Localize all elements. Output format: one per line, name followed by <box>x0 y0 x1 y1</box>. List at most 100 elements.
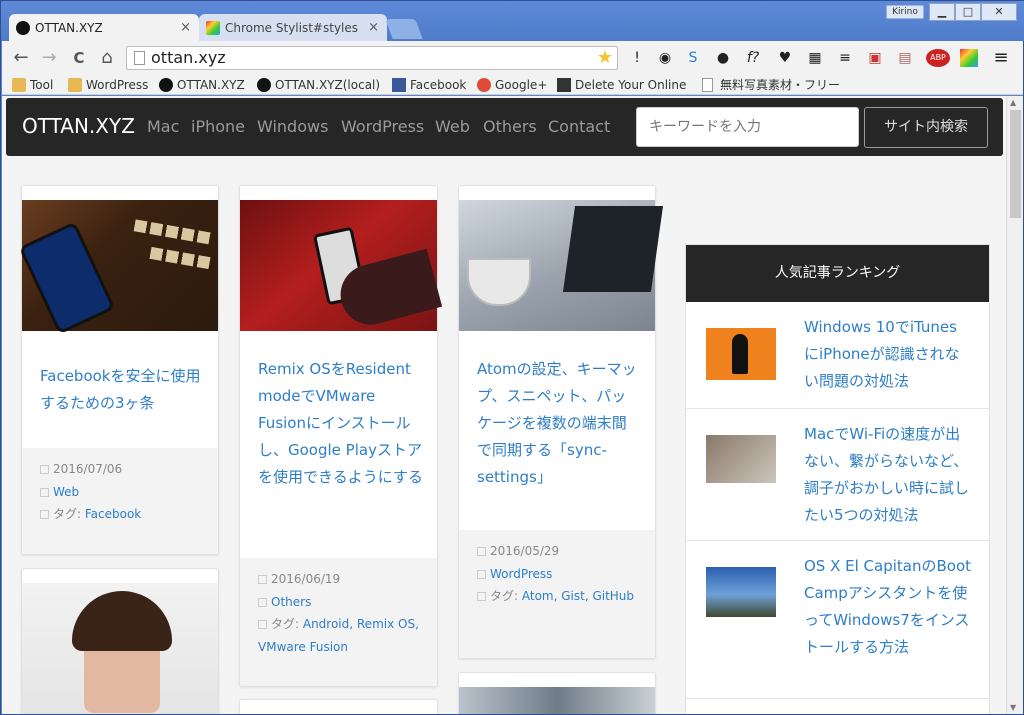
stylist-icon[interactable]: ▨ <box>960 49 978 67</box>
post-thumbnail[interactable] <box>459 687 655 714</box>
post-title[interactable]: Atomの設定、キーマップ、スニペット、パッケージを複数の端末間で同期する「sy… <box>477 356 641 491</box>
extension-icon[interactable]: ▦ <box>806 49 824 67</box>
vertical-scrollbar[interactable]: ▲ ▼ <box>1006 96 1023 714</box>
extension-icon[interactable]: ◉ <box>656 49 674 67</box>
hair-image <box>72 591 172 651</box>
forward-button[interactable]: → <box>38 47 60 69</box>
post-card[interactable] <box>239 699 438 714</box>
site-search-button[interactable]: サイト内検索 <box>864 107 988 148</box>
back-button[interactable]: ← <box>10 47 32 69</box>
nav-iphone[interactable]: iPhone <box>191 117 245 136</box>
ranking-title[interactable]: OS X El CapitanのBoot Campアシスタントを使ってWindo… <box>804 553 971 661</box>
site-search-box[interactable] <box>636 107 859 147</box>
post-title[interactable]: Facebookを安全に使用するための3ヶ条 <box>40 363 204 417</box>
ranking-thumbnail[interactable] <box>706 435 776 483</box>
profile-button[interactable]: Kirino <box>886 5 924 19</box>
adblock-icon[interactable]: ABP <box>926 49 950 67</box>
tag-link[interactable]: Facebook <box>85 507 141 521</box>
ranking-item[interactable]: MacでWi-Fiの速度が出ない、繋がらないなど、調子がおかしい時に試したい5つ… <box>686 409 989 541</box>
bookmark-label: WordPress <box>86 78 149 92</box>
nav-windows[interactable]: Windows <box>257 117 328 136</box>
post-thumbnail[interactable] <box>459 200 664 331</box>
scroll-up-icon[interactable]: ▲ <box>1010 98 1016 107</box>
tab-title: OTTAN.XYZ <box>35 21 103 35</box>
post-thumbnail[interactable] <box>22 583 218 714</box>
ranking-item[interactable]: Windows 10でiTunesにiPhoneが認識されない問題の対処法 <box>686 302 989 409</box>
scrollbar-thumb[interactable] <box>1010 110 1021 218</box>
post-thumbnail[interactable] <box>240 200 443 332</box>
bookmark-wordpress[interactable]: WordPress <box>68 77 148 93</box>
search-input[interactable] <box>637 108 858 146</box>
minimize-button[interactable]: ▁ <box>929 3 955 21</box>
ranking-thumbnail[interactable] <box>706 328 776 380</box>
new-tab-button[interactable] <box>385 19 423 39</box>
extension-icon[interactable]: ! <box>628 49 646 67</box>
category-link[interactable]: Web <box>53 485 79 499</box>
bookmark-free-photos[interactable]: 無料写真素材・フリー <box>702 77 840 93</box>
phone-image <box>18 221 116 335</box>
post-category: WordPress <box>477 563 637 586</box>
calendar-icon <box>477 547 486 556</box>
post-card[interactable] <box>458 672 656 714</box>
bookmark-label: OTTAN.XYZ <box>177 78 245 92</box>
bookmark-ottan-local[interactable]: OTTAN.XYZ(local) <box>257 77 380 93</box>
post-thumbnail[interactable] <box>18 200 218 335</box>
extension-icon[interactable]: S <box>684 49 702 67</box>
post-date: 2016/06/19 <box>258 568 419 591</box>
browser-window: OTTAN.XYZ × Chrome Stylist#styles × Kiri… <box>0 0 1024 715</box>
category-link[interactable]: WordPress <box>490 567 552 581</box>
ranking-widget: 人気記事ランキング Windows 10でiTunesにiPhoneが認識されな… <box>685 244 990 714</box>
category-link[interactable]: Others <box>271 595 311 609</box>
extension-icon[interactable]: ▣ <box>866 49 884 67</box>
ranking-item[interactable]: OS X El CapitanのBoot Campアシスタントを使ってWindo… <box>686 541 989 699</box>
nav-mac[interactable]: Mac <box>147 117 179 136</box>
maximize-button[interactable]: □ <box>955 3 981 21</box>
bookmark-label: Google+ <box>495 78 548 92</box>
ranking-title[interactable]: MacでWi-Fiの速度が出ない、繋がらないなど、調子がおかしい時に試したい5つ… <box>804 421 971 529</box>
coffee-cup-image <box>467 258 531 306</box>
extension-icon[interactable]: f? <box>744 49 762 67</box>
ranking-thumbnail[interactable] <box>706 567 776 617</box>
extension-icon[interactable]: ● <box>714 49 732 67</box>
bookmark-delete-online[interactable]: Delete Your Online <box>557 77 686 93</box>
calendar-icon <box>40 465 49 474</box>
bookmark-star-icon[interactable]: ★ <box>597 47 613 69</box>
reload-button[interactable]: C <box>68 47 90 69</box>
bookmark-label: Facebook <box>410 78 467 92</box>
layers-icon[interactable]: ≡ <box>836 49 854 67</box>
tab-chrome-stylist[interactable]: Chrome Stylist#styles × <box>199 14 387 42</box>
bookmark-facebook[interactable]: Facebook <box>392 77 466 93</box>
bookmark-tool[interactable]: Tool <box>12 77 53 93</box>
calendar-icon <box>258 575 267 584</box>
post-category: Others <box>258 591 419 614</box>
site-brand[interactable]: OTTAN.XYZ <box>22 114 135 138</box>
address-bar[interactable]: ottan.xyz ★ <box>126 46 618 70</box>
tag-link[interactable]: Atom, Gist, GitHub <box>522 589 634 603</box>
post-tags: タグ: Atom, Gist, GitHub <box>477 585 637 608</box>
bookmark-ottan[interactable]: OTTAN.XYZ <box>159 77 245 93</box>
post-title[interactable]: Remix OSをResident modeでVMware Fusionにインス… <box>258 356 423 491</box>
tab-ottan[interactable]: OTTAN.XYZ × <box>9 14 199 42</box>
scrabble-tiles-image <box>149 246 211 270</box>
nav-wordpress[interactable]: WordPress <box>341 117 424 136</box>
nav-contact[interactable]: Contact <box>548 117 610 136</box>
ranking-title[interactable]: Windows 10でiTunesにiPhoneが認識されない問題の対処法 <box>804 314 971 395</box>
close-tab-icon[interactable]: × <box>368 14 379 42</box>
post-card[interactable]: Facebookを安全に使用するための3ヶ条 2016/07/06 Web タグ… <box>18 185 219 555</box>
stylist-favicon-icon <box>206 21 220 35</box>
nav-others[interactable]: Others <box>483 117 537 136</box>
menu-icon[interactable]: ≡ <box>992 49 1010 67</box>
pocket-icon[interactable]: ♥ <box>776 49 794 67</box>
site-icon <box>257 78 271 92</box>
home-button[interactable]: ⌂ <box>96 47 118 69</box>
scroll-down-icon[interactable]: ▼ <box>1010 703 1016 712</box>
bookmark-google-plus[interactable]: Google+ <box>477 77 547 93</box>
close-window-button[interactable]: ✕ <box>981 3 1017 21</box>
close-tab-icon[interactable]: × <box>180 14 191 42</box>
post-card[interactable] <box>21 568 219 714</box>
folder-icon <box>68 78 82 92</box>
nav-web[interactable]: Web <box>435 117 470 136</box>
post-card[interactable]: Atomの設定、キーマップ、スニペット、パッケージを複数の端末間で同期する「sy… <box>458 185 664 659</box>
extension-icon[interactable]: ▤ <box>896 49 914 67</box>
post-card[interactable]: Remix OSをResident modeでVMware Fusionにインス… <box>239 185 443 687</box>
